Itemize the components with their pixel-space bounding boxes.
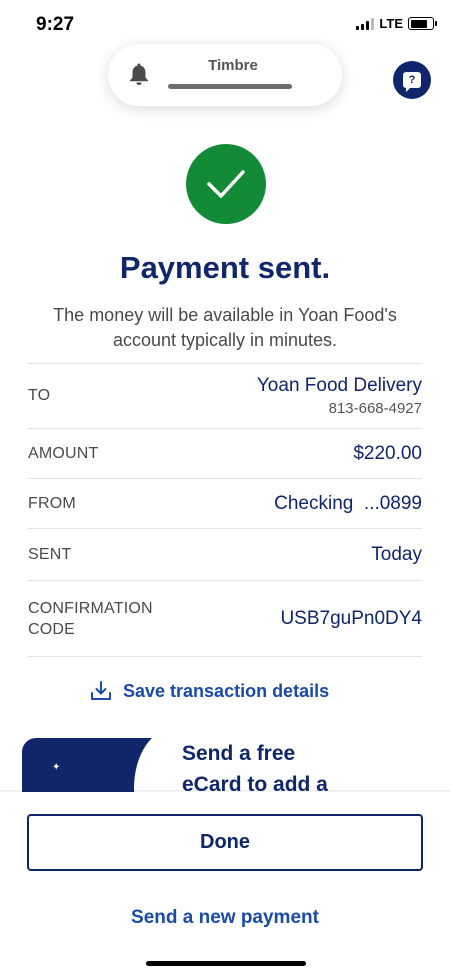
detail-row-confirmation: CONFIRMATION CODE USB7guPn0DY4: [28, 581, 422, 657]
confirmation-code-value: USB7guPn0DY4: [280, 607, 422, 629]
doorbell-label: Timbre: [208, 57, 258, 74]
ecard-promo-text: Send a free eCard to add a: [182, 738, 328, 798]
bell-icon: [130, 63, 148, 85]
recipient-phone: 813-668-4927: [328, 400, 422, 417]
status-bar: 9:27 LTE: [0, 0, 450, 44]
detail-row-sent: SENT Today: [28, 529, 422, 581]
recipient-name: Yoan Food Delivery: [256, 375, 422, 396]
help-glyph: ?: [403, 72, 421, 92]
transaction-details: TO Yoan Food Delivery 813-668-4927 AMOUN…: [28, 363, 422, 657]
sparkle-icon: ✦: [52, 762, 61, 773]
download-icon: [91, 681, 111, 700]
done-button[interactable]: Done: [27, 814, 423, 871]
ecard-illustration: ✦: [22, 738, 214, 798]
doorbell-progress-bar: [168, 84, 292, 89]
ecard-promo-card[interactable]: ✦ Send a free eCard to add a: [22, 738, 428, 798]
detail-row-from: FROM Checking ...0899: [28, 479, 422, 529]
success-badge: [186, 144, 266, 224]
to-label: TO: [28, 387, 51, 404]
send-new-payment-link[interactable]: Send a new payment: [0, 907, 450, 929]
signal-icon: [356, 17, 375, 30]
bottom-action-sheet: Done Send a new payment: [0, 792, 450, 976]
network-type: LTE: [379, 16, 403, 31]
detail-row-to: TO Yoan Food Delivery 813-668-4927: [28, 364, 422, 429]
battery-icon: [408, 17, 437, 30]
recipient-block: Yoan Food Delivery 813-668-4927: [257, 375, 422, 417]
home-indicator[interactable]: [146, 961, 306, 966]
amount-value: $220.00: [353, 442, 422, 464]
sent-label: SENT: [28, 545, 72, 563]
confirmation-code-label: CONFIRMATION CODE: [28, 599, 153, 638]
doorbell-notification-pill[interactable]: Timbre: [108, 44, 342, 106]
from-account: Checking ...0899: [274, 492, 422, 514]
sent-value: Today: [371, 543, 422, 565]
from-label: FROM: [28, 494, 76, 512]
checkmark-icon: [207, 170, 245, 198]
status-indicators: LTE: [356, 16, 437, 31]
status-time: 9:27: [36, 14, 75, 35]
help-chat-icon[interactable]: ?: [393, 61, 431, 99]
amount-label: AMOUNT: [28, 444, 99, 462]
ecard-promo-line1: Send a free: [182, 742, 296, 765]
page-title: Payment sent.: [119, 250, 331, 285]
detail-row-amount: AMOUNT $220.00: [28, 429, 422, 479]
confirmation-message: The money will be available in Yoan Food…: [53, 305, 397, 350]
save-transaction-details-label: Save transaction details: [123, 680, 330, 701]
save-transaction-details-link[interactable]: Save transaction details: [89, 680, 329, 702]
